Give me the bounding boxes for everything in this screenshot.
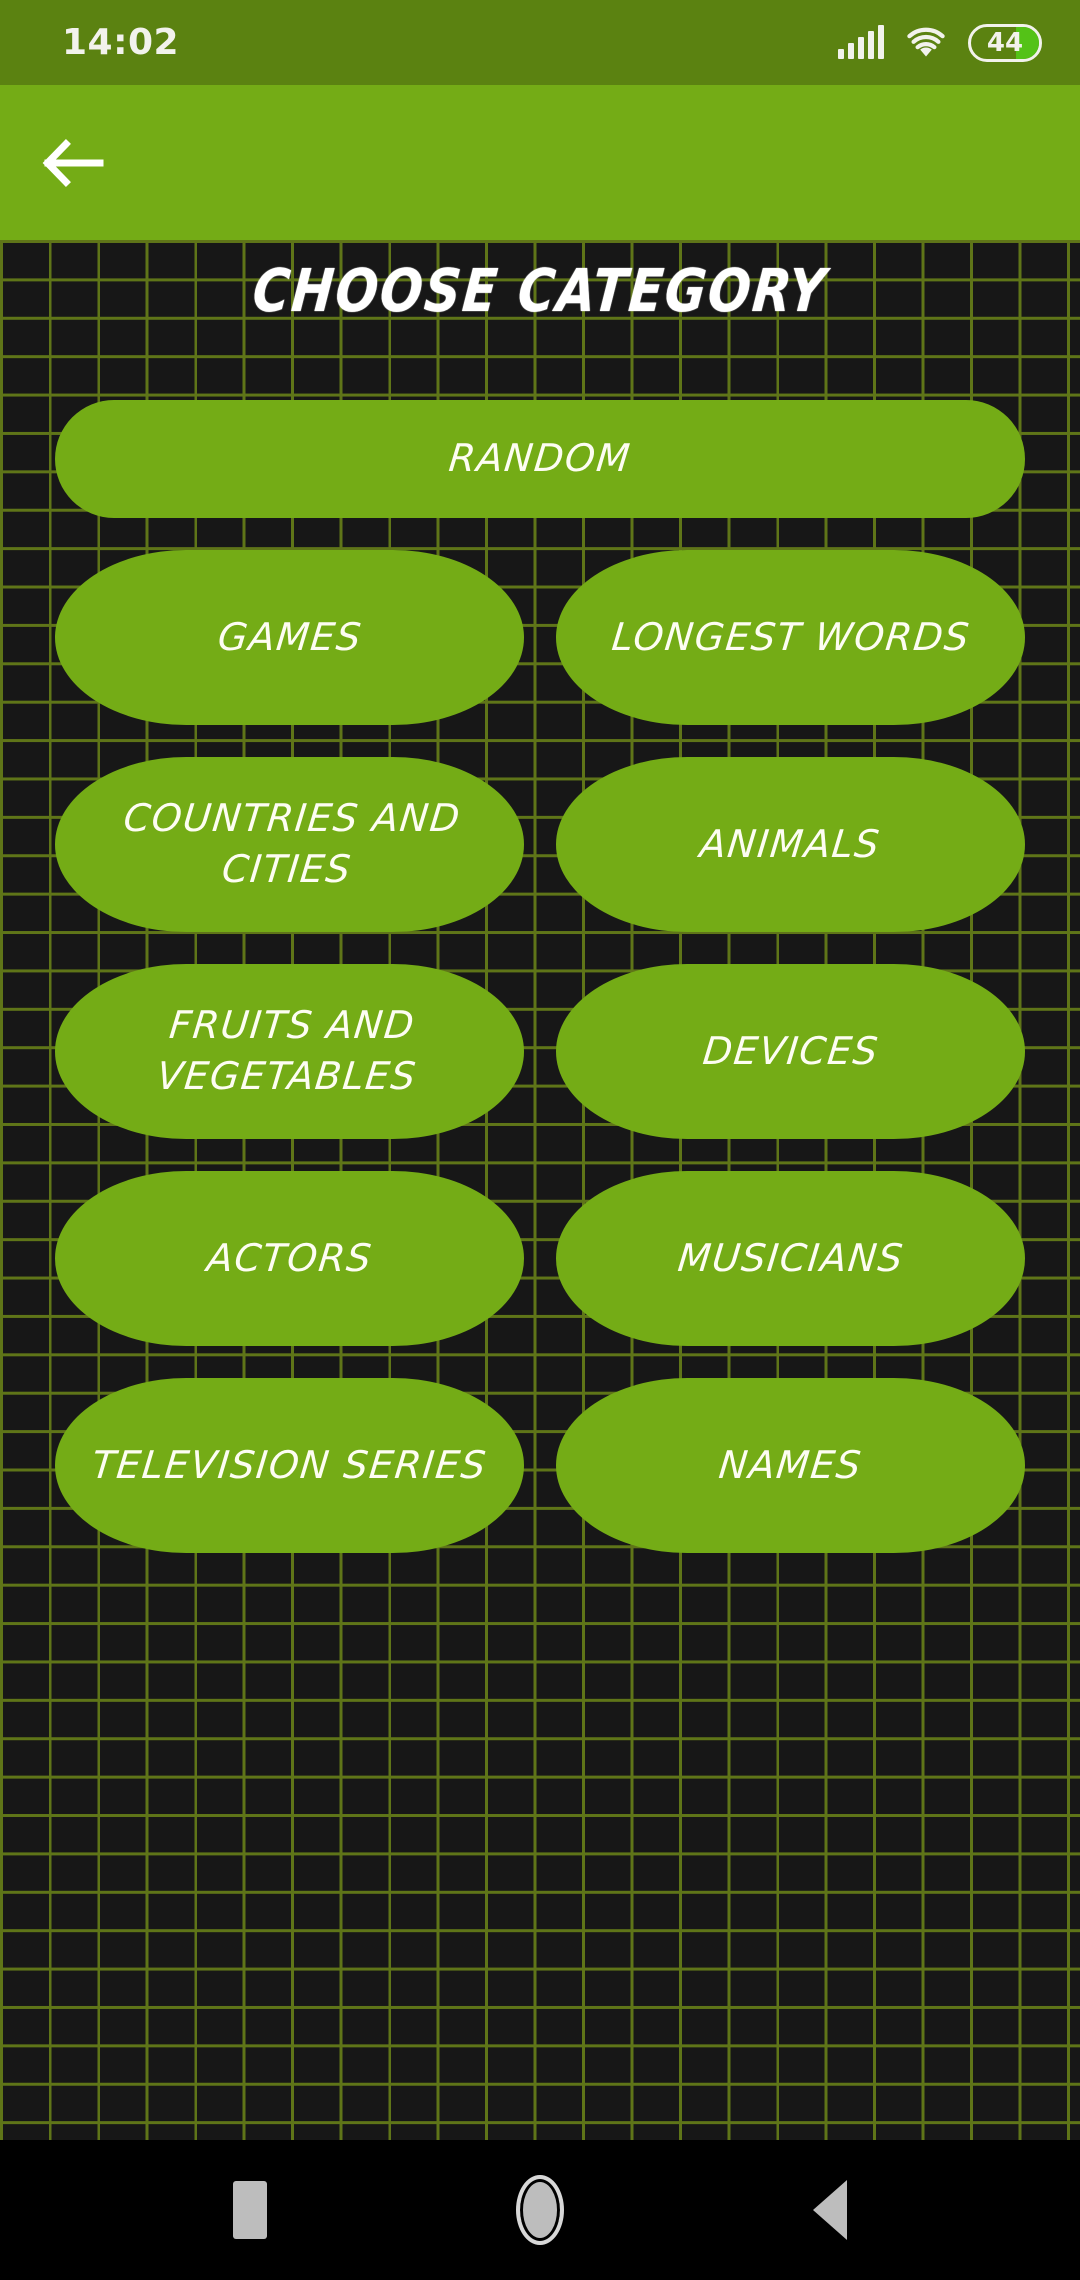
category-row: COUNTRIES AND CITIES ANIMALS — [55, 757, 1025, 932]
category-button-label: GAMES — [215, 614, 364, 659]
category-button-games[interactable]: GAMES — [55, 550, 524, 725]
signal-bars-icon — [838, 24, 884, 59]
category-button-label: NAMES — [716, 1442, 865, 1487]
app-screen: 14:02 44 CHOOSE CATEGORY RANDOM GAMES LO… — [0, 0, 1080, 2280]
system-navigation-bar — [0, 2140, 1080, 2280]
category-row: RANDOM — [55, 400, 1025, 518]
back-arrow-icon[interactable] — [0, 85, 150, 240]
category-button-names[interactable]: NAMES — [556, 1378, 1025, 1553]
category-list: RANDOM GAMES LONGEST WORDS COUNTRIES AND… — [55, 400, 1025, 1585]
content-area: CHOOSE CATEGORY RANDOM GAMES LONGEST WOR… — [0, 240, 1080, 2140]
status-clock: 14:02 — [62, 21, 180, 63]
category-button-animals[interactable]: ANIMALS — [556, 757, 1025, 932]
category-button-label: COUNTRIES AND CITIES — [121, 796, 464, 892]
category-row: GAMES LONGEST WORDS — [55, 550, 1025, 725]
battery-icon: 44 — [968, 23, 1042, 62]
category-button-fruits-and-vegetables[interactable]: FRUITS AND VEGETABLES — [55, 964, 524, 1139]
category-row: ACTORS MUSICIANS — [55, 1171, 1025, 1346]
category-button-label: ACTORS — [204, 1235, 375, 1280]
category-button-label: FRUITS AND VEGETABLES — [154, 1003, 419, 1099]
battery-level-label: 44 — [986, 27, 1024, 58]
category-button-label: TELEVISION SERIES — [89, 1442, 490, 1487]
square-recents-icon[interactable] — [200, 2160, 300, 2260]
category-button-musicians[interactable]: MUSICIANS — [556, 1171, 1025, 1346]
category-button-label: DEVICES — [700, 1028, 881, 1073]
page-title: CHOOSE CATEGORY — [250, 256, 830, 326]
category-button-actors[interactable]: ACTORS — [55, 1171, 524, 1346]
category-button-devices[interactable]: DEVICES — [556, 964, 1025, 1139]
category-button-label: LONGEST WORDS — [609, 614, 972, 659]
app-bar — [0, 85, 1080, 240]
status-icon-group: 44 — [838, 23, 1042, 62]
wifi-icon — [906, 27, 946, 59]
category-button-countries-and-cities[interactable]: COUNTRIES AND CITIES — [55, 757, 524, 932]
status-bar: 14:02 44 — [0, 0, 1080, 85]
circle-home-icon[interactable] — [490, 2160, 590, 2260]
category-button-longest-words[interactable]: LONGEST WORDS — [556, 550, 1025, 725]
category-button-television-series[interactable]: TELEVISION SERIES — [55, 1378, 524, 1553]
triangle-back-icon[interactable] — [780, 2160, 880, 2260]
category-button-label: MUSICIANS — [675, 1235, 906, 1280]
category-button-random[interactable]: RANDOM — [55, 400, 1025, 518]
category-row: FRUITS AND VEGETABLES DEVICES — [55, 964, 1025, 1139]
category-button-label: RANDOM — [446, 436, 634, 481]
category-row: TELEVISION SERIES NAMES — [55, 1378, 1025, 1553]
category-button-label: ANIMALS — [698, 821, 883, 866]
